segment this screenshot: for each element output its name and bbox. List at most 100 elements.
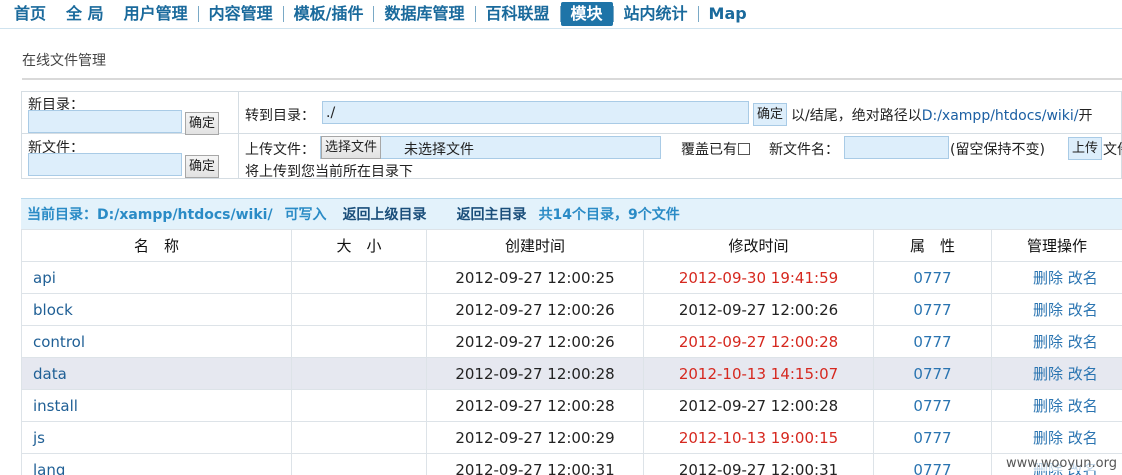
row-actions: 删除 改名 — [991, 261, 1122, 294]
rename-link[interactable]: 改名 — [1068, 397, 1098, 415]
modified-time: 2012-10-13 19:00:15 — [643, 421, 874, 454]
dir-summary: 共14个目录，9个文件 — [538, 207, 680, 223]
table-row: api 2012-09-27 12:00:25 2012-09-30 19:41:5… — [21, 261, 1122, 294]
row-actions: 删除 改名 — [991, 293, 1122, 326]
modified-time: 2012-09-30 19:41:59 — [643, 261, 874, 294]
file-attributes-link[interactable]: 0777 — [873, 261, 992, 294]
delete-link[interactable]: 删除 — [1033, 301, 1063, 319]
file-name-link[interactable]: data — [21, 357, 292, 390]
goto-dir-hint: 以/结尾，绝对路径以D:/xampp/htdocs/wiki/开 — [791, 108, 1093, 124]
delete-link[interactable]: 删除 — [1033, 365, 1063, 383]
top-nav: 首页 全 局 用户管理 内容管理 模板/插件 数据库管理 百科联盟 模块 站内统… — [0, 0, 1122, 29]
created-time: 2012-09-27 12:00:28 — [426, 389, 644, 422]
choose-file-status: 未选择文件 — [404, 142, 474, 158]
rename-link[interactable]: 改名 — [1068, 429, 1098, 447]
file-size — [291, 357, 427, 390]
table-row: control 2012-09-27 12:00:26 2012-09-27 12:… — [21, 325, 1122, 358]
nav-site-stats[interactable]: 站内统计 — [614, 2, 698, 26]
modified-time: 2012-09-27 12:00:28 — [643, 325, 874, 358]
file-name-link[interactable]: block — [21, 293, 292, 326]
current-directory-bar: 当前目录：D:/xampp/htdocs/wiki/ 可写入 返回上级目录 返回… — [21, 198, 1122, 229]
file-name-link[interactable]: control — [21, 325, 292, 358]
upload-file-label: 上传文件： — [245, 142, 315, 158]
upload-note: 将上传到您当前所在目录下 — [245, 164, 413, 180]
rename-link[interactable]: 改名 — [1068, 333, 1098, 351]
nav-map[interactable]: Map — [699, 2, 757, 26]
file-size — [291, 261, 427, 294]
file-name-link[interactable]: js — [21, 421, 292, 454]
nav-templates-plugins[interactable]: 模板/插件 — [284, 2, 374, 26]
file-attributes-link[interactable]: 0777 — [873, 325, 992, 358]
current-directory: 当前目录：D:/xampp/htdocs/wiki/ — [27, 207, 273, 223]
created-time: 2012-09-27 12:00:29 — [426, 421, 644, 454]
nav-wiki-alliance[interactable]: 百科联盟 — [476, 2, 560, 26]
parent-dir-link[interactable]: 返回上级目录 — [343, 204, 427, 224]
rename-link[interactable]: 改名 — [1068, 301, 1098, 319]
nav-database-management[interactable]: 数据库管理 — [374, 2, 474, 26]
file-attributes-link[interactable]: 0777 — [873, 421, 992, 454]
delete-link[interactable]: 删除 — [1033, 333, 1063, 351]
file-table: 名 称 大 小 创建时间 修改时间 属 性 管理操作 api 2012-09-27… — [21, 229, 1122, 475]
file-attributes-link[interactable]: 0777 — [873, 357, 992, 390]
modified-time: 2012-09-27 12:00:28 — [643, 389, 874, 422]
row-actions: 删除 改名 — [991, 325, 1122, 358]
goto-dir-input[interactable] — [322, 101, 749, 124]
nav-global[interactable]: 全 局 — [56, 2, 114, 26]
file-size — [291, 293, 427, 326]
nav-user-management[interactable]: 用户管理 — [114, 2, 198, 26]
choose-file-button[interactable]: 选择文件 — [321, 136, 382, 159]
col-header-name: 名 称 — [21, 229, 292, 262]
table-row: install 2012-09-27 12:00:28 2012-09-27 12:… — [21, 389, 1122, 422]
nav-content-management[interactable]: 内容管理 — [199, 2, 283, 26]
file-size — [291, 325, 427, 358]
delete-link[interactable]: 删除 — [1033, 429, 1063, 447]
overwrite-checkbox[interactable] — [738, 143, 750, 155]
new-filename-input[interactable] — [844, 136, 949, 159]
created-time: 2012-09-27 12:00:25 — [426, 261, 644, 294]
goto-dir-label: 转到目录： — [245, 108, 315, 124]
file-name-link[interactable]: install — [21, 389, 292, 422]
panel-divider — [238, 92, 239, 178]
new-filename-label: 新文件名： — [769, 142, 839, 158]
new-file-input[interactable] — [28, 153, 182, 176]
table-header-row: 名 称 大 小 创建时间 修改时间 属 性 管理操作 — [21, 229, 1122, 262]
modified-time: 2012-09-27 12:00:26 — [643, 293, 874, 326]
created-time: 2012-09-27 12:00:28 — [426, 357, 644, 390]
delete-link[interactable]: 删除 — [1033, 397, 1063, 415]
col-header-attributes: 属 性 — [873, 229, 992, 262]
overwrite-label: 覆盖已有 — [681, 139, 750, 159]
created-time: 2012-09-27 12:00:26 — [426, 325, 644, 358]
file-attributes-link[interactable]: 0777 — [873, 293, 992, 326]
writable-status: 可写入 — [284, 207, 327, 223]
nav-modules[interactable]: 模块 — [560, 2, 613, 26]
file-chooser: 选择文件 未选择文件 — [320, 136, 661, 159]
delete-link[interactable]: 删除 — [1033, 269, 1063, 287]
row-actions: 删除 改名 — [991, 357, 1122, 390]
table-row: lang 2012-09-27 12:00:31 2012-09-27 12:00:… — [21, 453, 1122, 475]
file-name-link[interactable]: lang — [21, 453, 292, 475]
goto-dir-confirm-button[interactable]: 确定 — [753, 103, 788, 126]
col-header-modified: 修改时间 — [643, 229, 874, 262]
new-filename-hint: (留空保持不变) — [950, 142, 1045, 158]
new-file-confirm-button[interactable]: 确定 — [185, 155, 220, 178]
modified-time: 2012-10-13 14:15:07 — [643, 357, 874, 390]
col-header-actions: 管理操作 — [991, 229, 1122, 262]
rename-link[interactable]: 改名 — [1068, 365, 1098, 383]
file-name-link[interactable]: api — [21, 261, 292, 294]
rename-link[interactable]: 改名 — [1068, 269, 1098, 287]
file-attributes-link[interactable]: 0777 — [873, 389, 992, 422]
page-title: 在线文件管理 — [22, 53, 106, 69]
upload-button[interactable]: 上传 — [1068, 137, 1103, 160]
title-divider — [22, 78, 1122, 80]
new-dir-input[interactable] — [28, 110, 182, 133]
col-header-created: 创建时间 — [426, 229, 644, 262]
new-dir-confirm-button[interactable]: 确定 — [185, 112, 220, 135]
watermark: www.wooyun.org — [1002, 456, 1120, 471]
nav-home[interactable]: 首页 — [14, 2, 56, 26]
table-row: data 2012-09-27 12:00:28 2012-10-13 14:15:… — [21, 357, 1122, 390]
file-size — [291, 421, 427, 454]
file-attributes-link[interactable]: 0777 — [873, 453, 992, 475]
home-dir-link[interactable]: 返回主目录 — [457, 204, 527, 224]
file-action-panel: 新目录： 确定 新文件： 确定 转到目录： 确定 以/结尾，绝对路径以D:/xa… — [21, 91, 1122, 180]
file-size — [291, 389, 427, 422]
